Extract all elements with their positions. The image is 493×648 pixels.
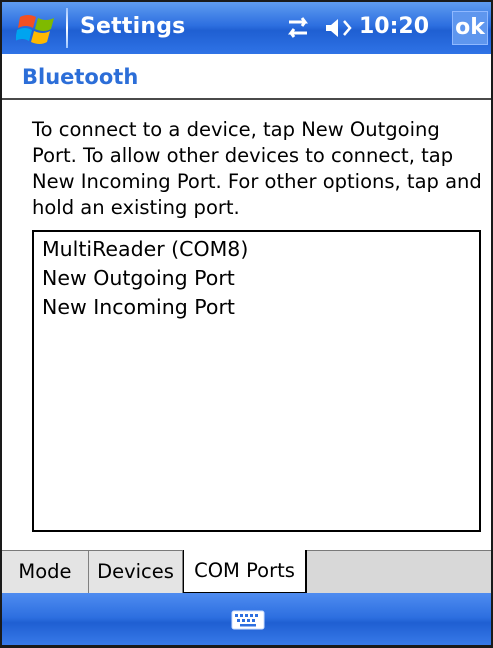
list-item-multireader[interactable]: MultiReader (COM8) [34,235,479,264]
list-item-new-incoming-port[interactable]: New Incoming Port [34,293,479,322]
title-bar: Settings 10:20 ok [2,2,491,54]
instructions-text: To connect to a device, tap New Outgoing… [32,118,482,219]
keyboard-icon[interactable] [231,608,265,632]
windows-start-icon[interactable] [16,11,60,47]
port-list[interactable]: MultiReader (COM8) New Outgoing Port New… [32,230,481,532]
page-header: Bluetooth [2,54,491,100]
list-item-new-outgoing-port[interactable]: New Outgoing Port [34,264,479,293]
app-title: Settings [80,14,186,39]
tab-mode[interactable]: Mode [2,551,89,593]
speaker-icon[interactable] [324,16,354,40]
tab-devices[interactable]: Devices [89,551,183,593]
bottom-menu-bar [2,593,491,645]
title-separator [66,8,68,48]
ok-button[interactable]: ok [452,11,488,45]
page-title: Bluetooth [22,65,139,89]
tab-com-ports[interactable]: COM Ports [183,550,307,594]
header-divider [2,98,491,100]
tab-strip: Mode Devices COM Ports [2,550,491,594]
sync-arrows-icon[interactable] [283,16,313,40]
device-screen: Settings 10:20 ok Bluetooth To connect t… [0,0,493,648]
clock[interactable]: 10:20 [359,14,429,39]
